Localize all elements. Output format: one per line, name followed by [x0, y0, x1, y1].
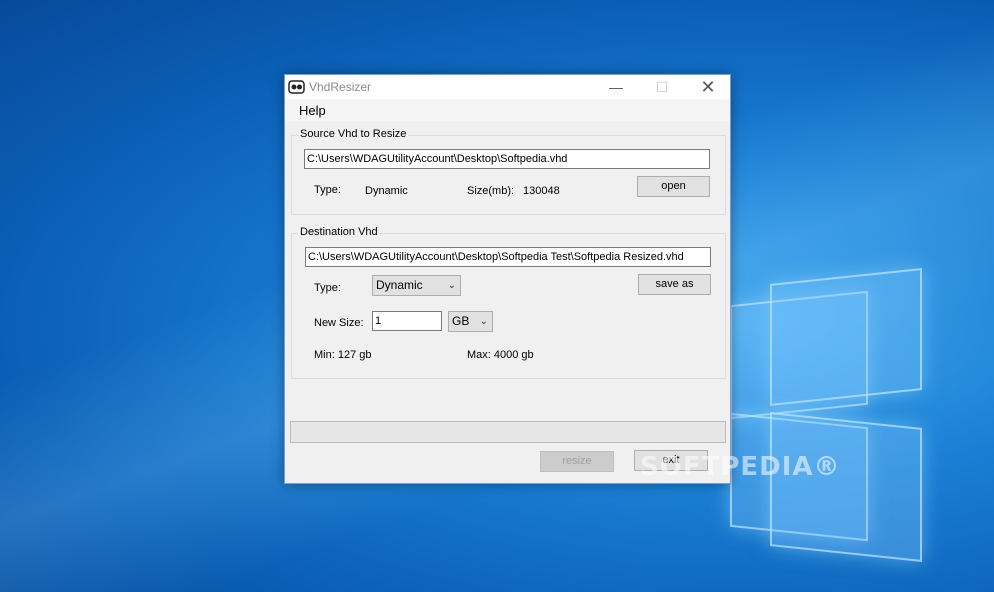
- source-type-value: Dynamic: [365, 185, 408, 197]
- destination-vhd-group: Destination Vhd C:\Users\WDAGUtilityAcco…: [291, 226, 726, 379]
- minimize-button[interactable]: —: [593, 75, 639, 99]
- open-button[interactable]: open: [637, 176, 710, 197]
- new-size-input[interactable]: 1: [372, 311, 442, 331]
- resize-button[interactable]: resize: [540, 451, 614, 472]
- source-type-label: Type:: [314, 184, 341, 196]
- destination-type-select[interactable]: Dynamic ⌄: [372, 275, 461, 296]
- save-as-button[interactable]: save as: [638, 274, 711, 295]
- max-size-text: Max: 4000 gb: [467, 349, 534, 361]
- menu-bar: Help: [285, 99, 730, 121]
- source-path-field[interactable]: C:\Users\WDAGUtilityAccount\Desktop\Soft…: [304, 149, 710, 169]
- min-size-text: Min: 127 gb: [314, 349, 372, 361]
- chevron-down-icon: ⌄: [447, 280, 456, 291]
- source-size-value: 130048: [523, 185, 560, 197]
- softpedia-watermark: SOFTPEDIA®: [640, 452, 841, 482]
- destination-group-label: Destination Vhd: [298, 226, 380, 238]
- size-unit-selected: GB: [452, 314, 470, 328]
- new-size-label: New Size:: [314, 317, 364, 329]
- menu-item-help[interactable]: Help: [299, 103, 326, 118]
- size-unit-select[interactable]: GB ⌄: [448, 311, 493, 332]
- maximize-button[interactable]: ☐: [639, 75, 685, 99]
- source-vhd-group: Source Vhd to Resize C:\Users\WDAGUtilit…: [291, 128, 726, 215]
- close-button[interactable]: ✕: [685, 75, 731, 99]
- source-size-label: Size(mb):: [467, 185, 515, 197]
- destination-type-selected: Dynamic: [376, 278, 423, 292]
- vhdresizer-window: VhdResizer — ☐ ✕ Help Source Vhd to Resi…: [284, 74, 731, 484]
- logo-pane-bottom-right: [770, 412, 922, 562]
- chevron-down-icon: ⌄: [479, 316, 488, 327]
- window-title: VhdResizer: [309, 80, 372, 94]
- disk-drive-icon: [288, 80, 305, 94]
- destination-type-label: Type:: [314, 282, 341, 294]
- resize-progress-bar: [290, 421, 726, 443]
- logo-pane-top-right: [770, 268, 922, 406]
- source-group-label: Source Vhd to Resize: [298, 128, 409, 140]
- title-bar[interactable]: VhdResizer — ☐ ✕: [285, 75, 730, 99]
- destination-path-field[interactable]: C:\Users\WDAGUtilityAccount\Desktop\Soft…: [305, 247, 711, 267]
